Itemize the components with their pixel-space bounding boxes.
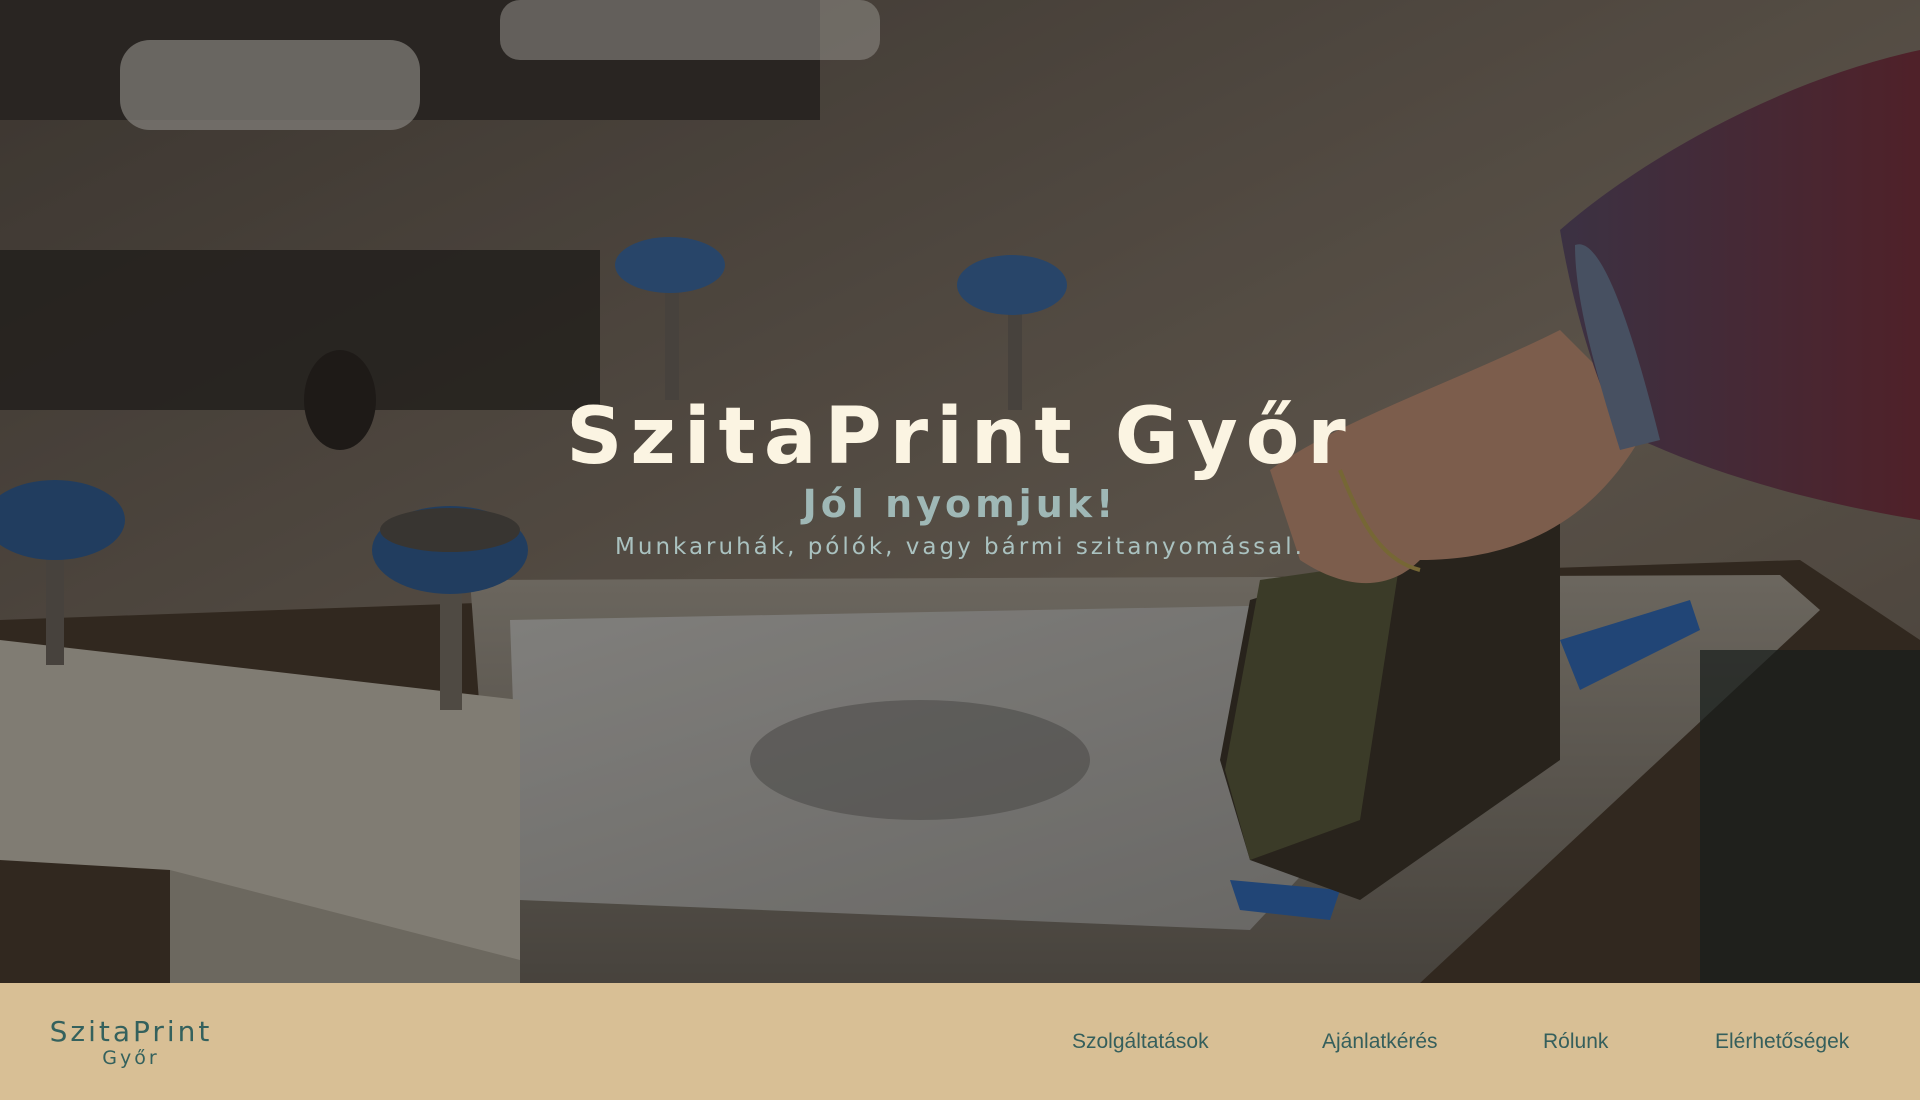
nav-link-contact[interactable]: Elérhetőségek bbox=[1715, 1030, 1849, 1054]
logo-sub-text: Győr bbox=[102, 1047, 160, 1069]
hero-section: SzitaPrint Győr Jól nyomjuk! Munkaruhák,… bbox=[0, 0, 1920, 983]
nav-link-about[interactable]: Rólunk bbox=[1543, 1030, 1608, 1054]
bottom-navigation-bar: SzitaPrint Győr Szolgáltatások Ajánlatké… bbox=[0, 983, 1920, 1100]
site-logo[interactable]: SzitaPrint Győr bbox=[36, 1015, 226, 1070]
hero-title: SzitaPrint Győr bbox=[566, 392, 1354, 482]
logo-main-text: SzitaPrint bbox=[49, 1015, 213, 1048]
nav-link-services[interactable]: Szolgáltatások bbox=[1072, 1030, 1209, 1054]
hero-slogan: Jól nyomjuk! bbox=[802, 482, 1118, 526]
nav-link-quote-request[interactable]: Ajánlatkérés bbox=[1322, 1030, 1438, 1054]
hero-subtitle: Munkaruhák, pólók, vagy bármi szitanyomá… bbox=[615, 534, 1305, 560]
